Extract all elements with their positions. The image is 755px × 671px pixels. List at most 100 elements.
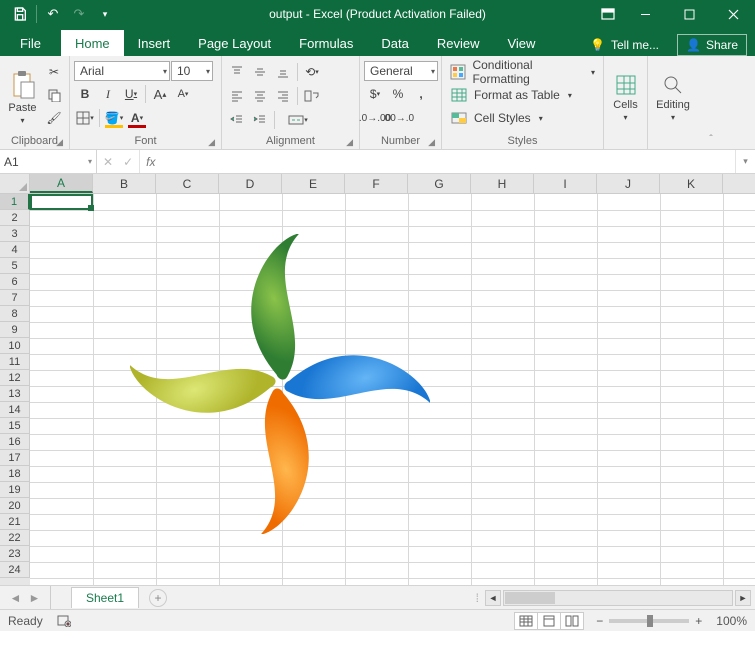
tab-formulas[interactable]: Formulas: [285, 30, 367, 56]
col-header[interactable]: J: [597, 174, 660, 193]
row-header[interactable]: 9: [0, 322, 30, 338]
align-left-button[interactable]: [226, 85, 248, 107]
hscroll-track[interactable]: [503, 590, 733, 606]
col-header[interactable]: B: [93, 174, 156, 193]
row-header[interactable]: 4: [0, 242, 30, 258]
row-header[interactable]: 12: [0, 370, 30, 386]
row-header[interactable]: 1: [0, 194, 30, 210]
clipboard-launcher-icon[interactable]: ◢: [56, 137, 63, 148]
zoom-value[interactable]: 100%: [716, 614, 747, 628]
italic-button[interactable]: I: [97, 83, 119, 105]
orientation-button[interactable]: ⟲▾: [301, 61, 323, 83]
close-button[interactable]: [711, 0, 755, 28]
view-normal-button[interactable]: [514, 612, 538, 630]
comma-button[interactable]: ,: [410, 83, 432, 105]
row-header[interactable]: 19: [0, 482, 30, 498]
share-button[interactable]: 👤 Share: [677, 34, 747, 56]
row-header[interactable]: 23: [0, 546, 30, 562]
save-icon[interactable]: [8, 2, 32, 26]
maximize-button[interactable]: [667, 0, 711, 28]
cell-styles-button[interactable]: Cell Styles▾: [446, 107, 599, 129]
underline-button[interactable]: U▾: [120, 83, 142, 105]
zoom-slider-thumb[interactable]: [647, 615, 653, 627]
cells-button[interactable]: Cells ▾: [608, 59, 643, 132]
tab-data[interactable]: Data: [367, 30, 422, 56]
number-format-combo[interactable]: General▾: [364, 61, 438, 81]
align-right-button[interactable]: [272, 85, 294, 107]
col-header[interactable]: K: [660, 174, 723, 193]
col-header[interactable]: I: [534, 174, 597, 193]
sheet-tab-sheet1[interactable]: Sheet1: [71, 587, 139, 608]
grow-font-button[interactable]: A▴: [149, 83, 171, 105]
align-middle-button[interactable]: [249, 61, 271, 83]
zoom-slider-track[interactable]: [609, 619, 689, 623]
hscroll-thumb[interactable]: [505, 592, 555, 604]
wrap-text-button[interactable]: [301, 85, 323, 107]
hscroll-right-icon[interactable]: ►: [735, 590, 751, 606]
view-page-break-button[interactable]: [560, 612, 584, 630]
fill-handle[interactable]: [88, 205, 94, 211]
col-header[interactable]: E: [282, 174, 345, 193]
minimize-button[interactable]: [623, 0, 667, 28]
redo-icon[interactable]: ↷: [67, 2, 91, 26]
font-color-button[interactable]: A▾: [126, 107, 148, 129]
zoom-out-button[interactable]: −: [596, 614, 603, 628]
row-header[interactable]: 11: [0, 354, 30, 370]
select-all-corner[interactable]: [0, 174, 30, 193]
tab-home[interactable]: Home: [61, 30, 124, 56]
editing-button[interactable]: Editing ▾: [652, 59, 694, 132]
bold-button[interactable]: B: [74, 83, 96, 105]
fx-icon[interactable]: fx: [140, 150, 161, 173]
formula-bar-input[interactable]: [161, 150, 735, 173]
row-header[interactable]: 8: [0, 306, 30, 322]
collapse-ribbon-icon[interactable]: ˆ: [700, 56, 722, 149]
align-bottom-button[interactable]: [272, 61, 294, 83]
row-header[interactable]: 2: [0, 210, 30, 226]
tell-me-search[interactable]: 💡 Tell me...: [582, 34, 667, 56]
col-header[interactable]: G: [408, 174, 471, 193]
row-header[interactable]: 15: [0, 418, 30, 434]
align-top-button[interactable]: [226, 61, 248, 83]
new-sheet-button[interactable]: +: [149, 589, 167, 607]
active-cell[interactable]: [30, 194, 93, 210]
cut-button[interactable]: ✂: [43, 61, 65, 83]
row-header[interactable]: 13: [0, 386, 30, 402]
fill-color-button[interactable]: 🪣▾: [103, 107, 125, 129]
ribbon-options-icon[interactable]: [593, 0, 623, 28]
col-header[interactable]: C: [156, 174, 219, 193]
qat-customize-icon[interactable]: ▾: [93, 2, 117, 26]
macro-record-icon[interactable]: [57, 613, 73, 629]
row-header[interactable]: 7: [0, 290, 30, 306]
view-page-layout-button[interactable]: [537, 612, 561, 630]
row-header[interactable]: 21: [0, 514, 30, 530]
row-header[interactable]: 20: [0, 498, 30, 514]
accounting-button[interactable]: $▾: [364, 83, 386, 105]
conditional-formatting-button[interactable]: Conditional Formatting▾: [446, 61, 599, 83]
col-header[interactable]: D: [219, 174, 282, 193]
sheet-nav-prev-icon[interactable]: ◄: [10, 591, 22, 605]
font-size-combo[interactable]: 10▾: [171, 61, 213, 81]
col-header[interactable]: F: [345, 174, 408, 193]
merge-button[interactable]: ▾: [278, 109, 318, 131]
row-header[interactable]: 16: [0, 434, 30, 450]
tab-page-layout[interactable]: Page Layout: [184, 30, 285, 56]
row-header[interactable]: 24: [0, 562, 30, 578]
row-header[interactable]: 17: [0, 450, 30, 466]
format-painter-button[interactable]: 🖌: [43, 107, 65, 129]
cell-grid[interactable]: [30, 194, 755, 585]
tab-insert[interactable]: Insert: [124, 30, 185, 56]
row-header[interactable]: 14: [0, 402, 30, 418]
name-box[interactable]: A1▾: [0, 150, 97, 173]
hscroll-left-icon[interactable]: ◄: [485, 590, 501, 606]
enter-formula-icon[interactable]: ✓: [123, 155, 133, 169]
tab-file[interactable]: File: [0, 30, 61, 56]
alignment-launcher-icon[interactable]: ◢: [346, 137, 353, 148]
paste-button[interactable]: Paste ▾: [4, 59, 41, 132]
row-header[interactable]: 10: [0, 338, 30, 354]
copy-button[interactable]: [43, 84, 65, 106]
tab-review[interactable]: Review: [423, 30, 494, 56]
align-center-button[interactable]: [249, 85, 271, 107]
col-header[interactable]: A: [30, 174, 93, 193]
shrink-font-button[interactable]: A▾: [172, 83, 194, 105]
row-header[interactable]: 5: [0, 258, 30, 274]
